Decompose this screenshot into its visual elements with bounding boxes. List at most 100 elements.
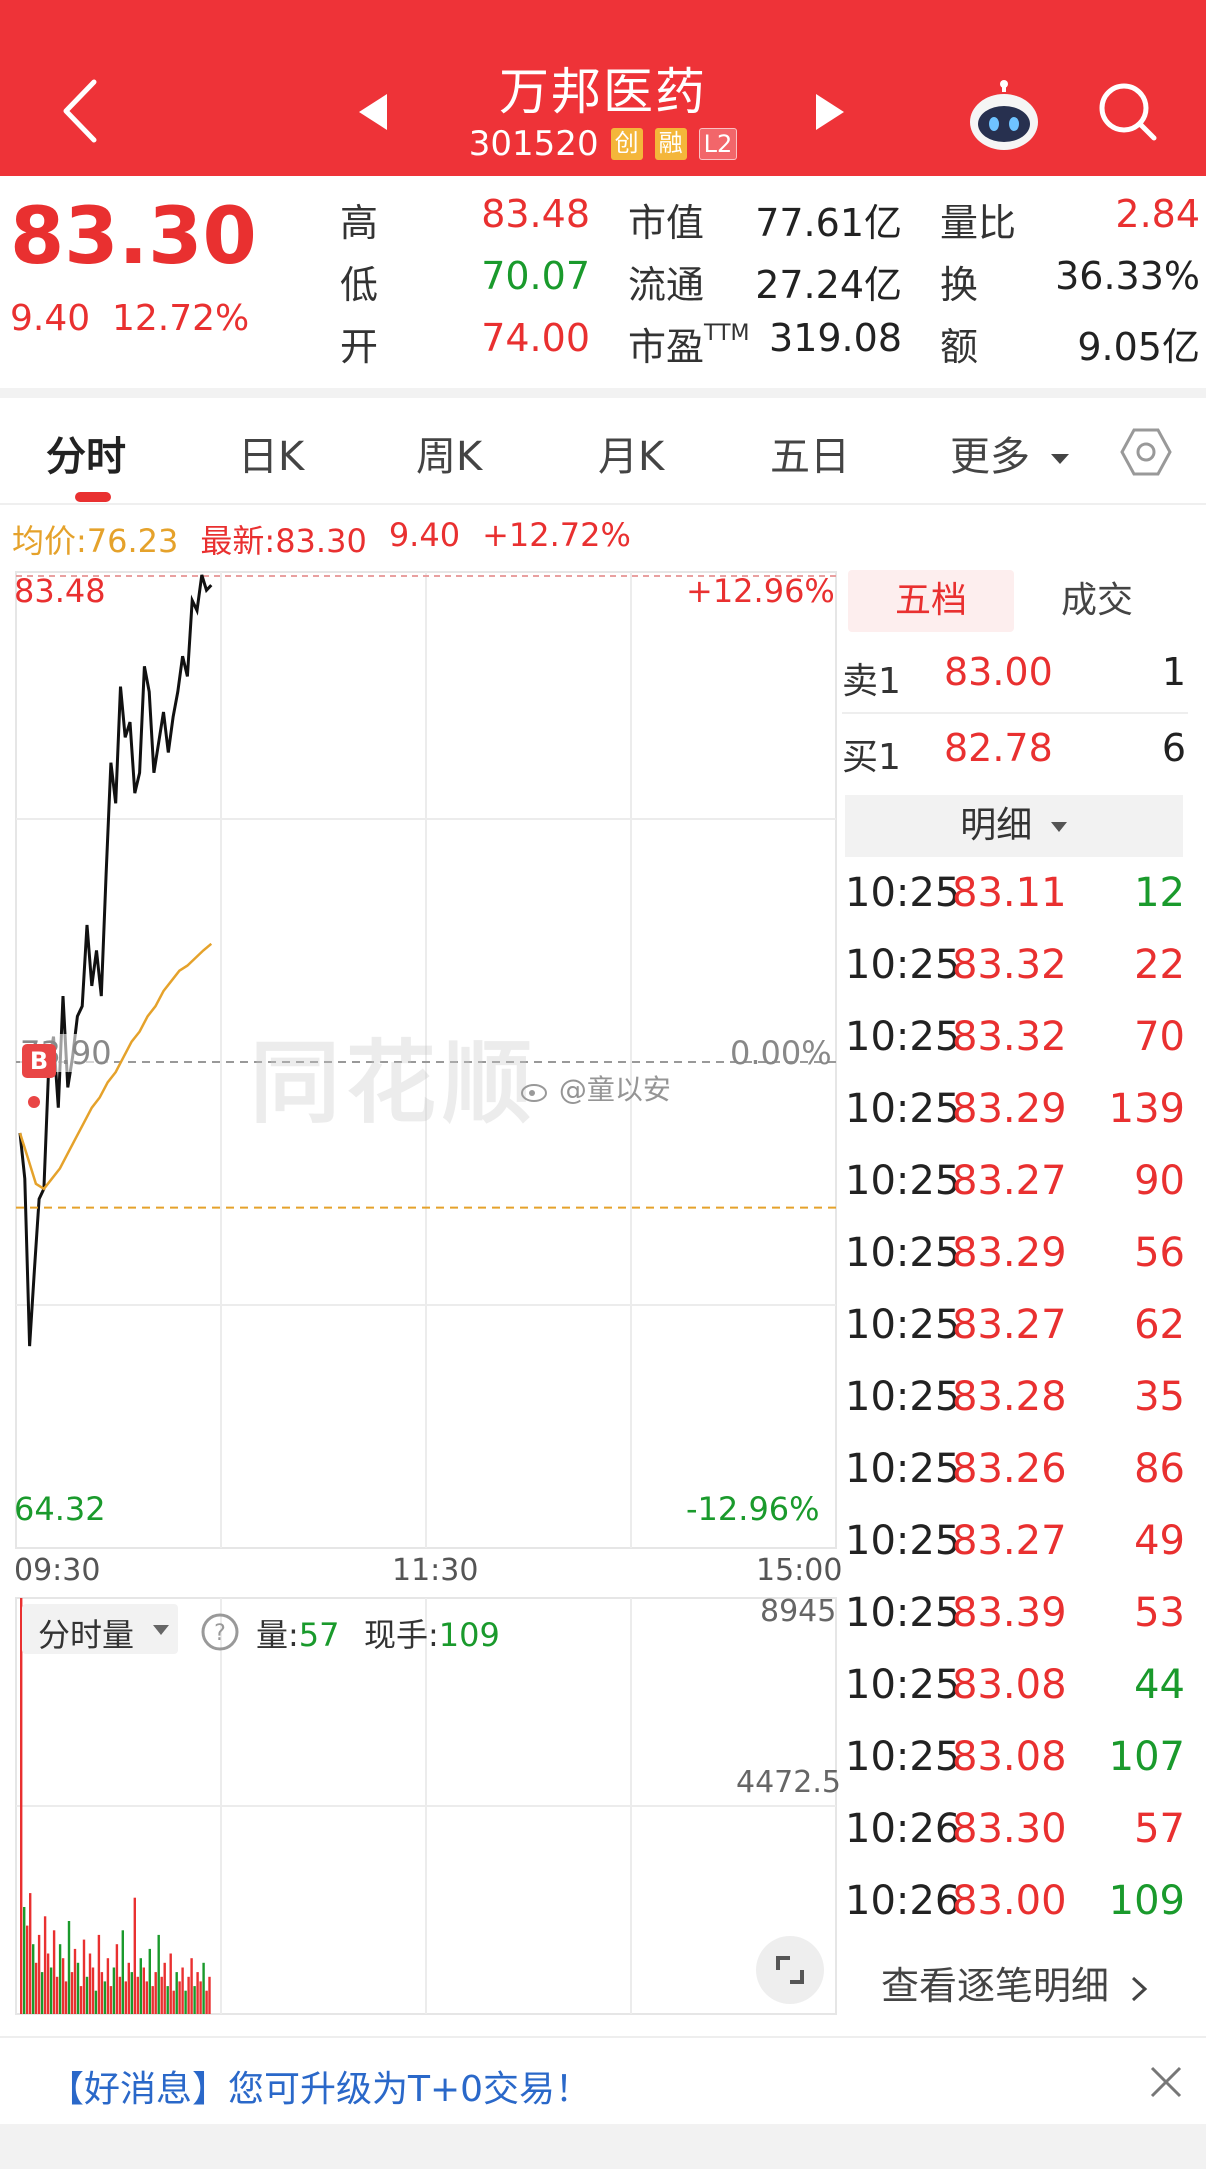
volume-bar [184,1990,187,2014]
latest-change: 9.40 [388,516,461,554]
volume-bar [151,1986,154,2014]
trade-time: 10:26 [845,1878,961,1924]
trade-volume: 12 [1134,870,1185,916]
volume-bar [115,1944,119,2014]
trade-price: 83.26 [952,1446,1067,1492]
volume-bar [100,1972,104,2014]
trade-price: 83.27 [952,1158,1067,1204]
tab-more[interactable]: 更多 [950,424,1071,482]
help-question-icon[interactable]: ? [200,1612,240,1652]
volume-bar [26,1925,29,2014]
trade-volume: 70 [1134,1014,1185,1060]
trade-time: 10:25 [845,1662,961,1708]
user-watermark: @童以安 [520,1068,671,1108]
volume-bar [49,1967,53,2014]
volume-bar [61,1958,65,2014]
turnover-value: 36.33% [1055,254,1200,298]
tab-daily-k[interactable]: 日K [238,424,304,482]
tag-level2: L2 [698,128,738,160]
open-label: 开 [340,325,379,369]
trade-price: 83.00 [952,1878,1067,1924]
volume-bar [64,1981,68,2014]
trade-volume: 44 [1134,1662,1185,1708]
section-separator [0,388,1206,398]
buy1-label: 买1 [842,737,901,778]
fullscreen-button[interactable] [756,1936,824,2004]
trade-time: 10:25 [845,1230,961,1276]
volume-bar [70,1972,74,2014]
trade-volume: 57 [1134,1806,1185,1852]
search-icon[interactable] [1096,80,1160,144]
price-line [18,574,213,1347]
trade-time: 10:25 [845,1734,961,1780]
volume-readout: 量:57 [256,1616,340,1654]
trade-volume: 53 [1134,1590,1185,1636]
volume-bar [91,1967,95,2014]
volume-bar [124,1981,127,2014]
trade-time: 10:25 [845,1302,961,1348]
promo-banner[interactable]: 【好消息】您可升级为T+0交易！ [0,2036,1206,2124]
intraday-chart[interactable] [0,560,840,2020]
y-top-pct-label: +12.96% [686,572,835,610]
view-all-trades-link[interactable]: 查看逐笔明细 [845,1955,1185,2010]
close-icon[interactable] [1148,2064,1184,2100]
trade-row: 10:25 83.29 139 [845,1086,1185,1158]
right-triangle-icon[interactable] [812,92,848,132]
trade-row: 10:26 83.00 109 [845,1878,1185,1950]
tab-fenshi[interactable]: 分时 [46,424,126,482]
trade-row: 10:25 83.32 70 [845,1014,1185,1086]
tab-chengjiao[interactable]: 成交 [1014,570,1180,632]
volume-bar [29,1893,32,2014]
volume-bar [196,1972,199,2014]
volume-bar [163,1962,166,2014]
trade-time: 10:26 [845,1806,961,1852]
trade-row: 10:25 83.08 107 [845,1734,1185,1806]
trade-row: 10:25 83.28 35 [845,1374,1185,1446]
robot-assistant-icon[interactable] [966,78,1042,154]
volume-bar [94,1990,98,2014]
volume-bar [79,1986,83,2014]
low-value: 70.07 [481,254,590,298]
trade-row: 10:25 83.11 12 [845,870,1185,942]
volume-bar [40,1972,44,2014]
pe-ttm-sup: TTM [704,321,750,347]
tab-weekly-k[interactable]: 周K [416,424,482,482]
trade-time: 10:25 [845,942,961,988]
tab-divider [0,503,1206,505]
tab-five-day[interactable]: 五日 [770,424,850,482]
trade-row: 10:25 83.39 53 [845,1590,1185,1662]
volume-bar [118,1976,122,2014]
trade-row: 10:25 83.32 22 [845,942,1185,1014]
trade-volume: 22 [1134,942,1185,988]
buy-marker-dot [28,1096,40,1108]
volume-bar [112,1967,116,2014]
volume-mode-selector[interactable]: 分时量 [22,1604,178,1654]
volume-bar [157,1934,160,2014]
volume-bar [154,1972,157,2014]
dropdown-triangle-icon [1050,822,1067,832]
price-change: 9.40 [10,298,91,339]
volume-bar [37,1934,41,2014]
hexagon-settings-icon[interactable] [1120,426,1172,478]
trade-volume: 49 [1134,1518,1185,1564]
tab-monthly-k[interactable]: 月K [598,424,664,482]
buy1-price: 82.78 [944,726,1053,770]
pe-value: 319.08 [769,316,902,360]
buy-marker-badge[interactable]: B [22,1044,56,1078]
trade-row: 10:25 83.27 49 [845,1518,1185,1590]
trade-price: 83.32 [952,1014,1067,1060]
tag-rong: 融 [654,128,687,160]
tab-wudang[interactable]: 五档 [848,570,1014,632]
volume-bar [109,1986,113,2014]
trade-price: 83.29 [952,1230,1067,1276]
detail-dropdown[interactable]: 明细 [845,795,1183,857]
trade-price: 83.08 [952,1734,1067,1780]
trade-price: 83.39 [952,1590,1067,1636]
volume-bar [139,1958,142,2014]
volume-bar [142,1967,145,2014]
trade-volume: 86 [1134,1446,1185,1492]
volume-bar [175,1972,178,2014]
volume-bar [88,1953,92,2014]
volume-bar [82,1939,86,2014]
volume-bar [76,1962,80,2014]
